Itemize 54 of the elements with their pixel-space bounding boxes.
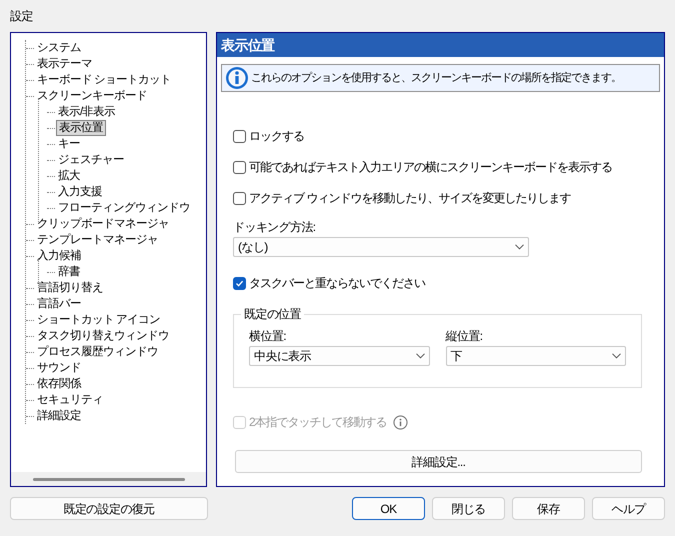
tree-item[interactable]: 表示/非表示 [56, 104, 118, 120]
checkmark-icon [235, 278, 244, 288]
checkbox[interactable] [233, 160, 246, 174]
window-title: 設定 [10, 8, 33, 24]
tree-item[interactable]: システム [35, 40, 83, 56]
advanced-settings-button[interactable]: 詳細設定... [235, 450, 642, 473]
checkbox[interactable] [233, 192, 246, 204]
tree-item[interactable]: テンプレートマネージャ [35, 232, 160, 248]
group-title: 既定の位置 [241, 306, 304, 322]
checkbox[interactable] [233, 276, 246, 290]
scrollbar[interactable] [32, 478, 184, 480]
tree-item[interactable]: 辞書 [56, 264, 82, 280]
tree-item[interactable]: 言語バー [35, 296, 83, 312]
tree-item[interactable]: キーボード ショートカット [35, 72, 174, 88]
tree-item[interactable]: 拡大 [56, 168, 82, 184]
tree-item[interactable]: タスク切り替えウィンドウ [35, 328, 171, 344]
tree-item[interactable]: 入力候補 [35, 248, 83, 264]
docking-dropdown[interactable]: (なし) [233, 237, 529, 257]
info-icon[interactable] [392, 414, 408, 430]
tree-item[interactable]: フローティングウィンドウ [56, 200, 192, 216]
docking-label: ドッキング方法: [233, 219, 317, 235]
tree-item[interactable]: クリップボードマネージャ [35, 216, 171, 232]
position-dropdown[interactable]: 中央に表示 [249, 346, 430, 366]
panel-title: 表示位置 [217, 33, 664, 57]
tree-item[interactable]: 表示テーマ [35, 56, 94, 72]
info-text: これらのオプションを使用すると、スクリーンキーボードの場所を指定できます。 [251, 70, 621, 86]
dialog-button[interactable]: OK [352, 497, 425, 520]
dialog-button[interactable]: 保存 [512, 497, 585, 520]
checkbox-label: 2本指でタッチして移動する [249, 414, 387, 430]
checkbox-label: 可能であればテキスト入力エリアの横にスクリーンキーボードを表示する [249, 159, 612, 175]
chevron-down-icon [416, 353, 424, 359]
chevron-down-icon [515, 244, 524, 250]
tree-item[interactable]: サウンド [35, 360, 83, 376]
field-label: 縦位置: [446, 328, 484, 344]
restore-defaults-button[interactable]: 既定の設定の復元 [10, 497, 208, 520]
field-label: 横位置: [249, 328, 287, 344]
tree-item[interactable]: 表示位置 [56, 120, 106, 136]
dialog-button[interactable]: 閉じる [432, 497, 505, 520]
tree-item[interactable]: プロセス履歴ウィンドウ [35, 344, 160, 360]
tree-item[interactable]: セキュリティ [35, 392, 105, 408]
position-dropdown[interactable]: 下 [446, 346, 626, 366]
tree-item[interactable]: 言語切り替え [35, 280, 105, 296]
tree-item[interactable]: 入力支援 [56, 184, 104, 200]
checkbox-label: アクティブ ウィンドウを移動したり、サイズを変更したりします [249, 190, 570, 206]
tree-item[interactable]: ジェスチャー [56, 152, 126, 168]
checkbox-label: ロックする [249, 128, 304, 144]
checkbox-label: タスクバーと重ならないでください [249, 275, 425, 291]
dialog-button[interactable]: ヘルプ [592, 497, 665, 520]
checkbox[interactable] [233, 130, 246, 142]
tree-item[interactable]: ショートカット アイコン [35, 312, 162, 328]
tree-item[interactable]: キー [56, 136, 82, 152]
tree-item[interactable]: 詳細設定 [35, 408, 83, 424]
chevron-down-icon [612, 353, 621, 359]
tree-item[interactable]: 依存関係 [35, 376, 83, 392]
